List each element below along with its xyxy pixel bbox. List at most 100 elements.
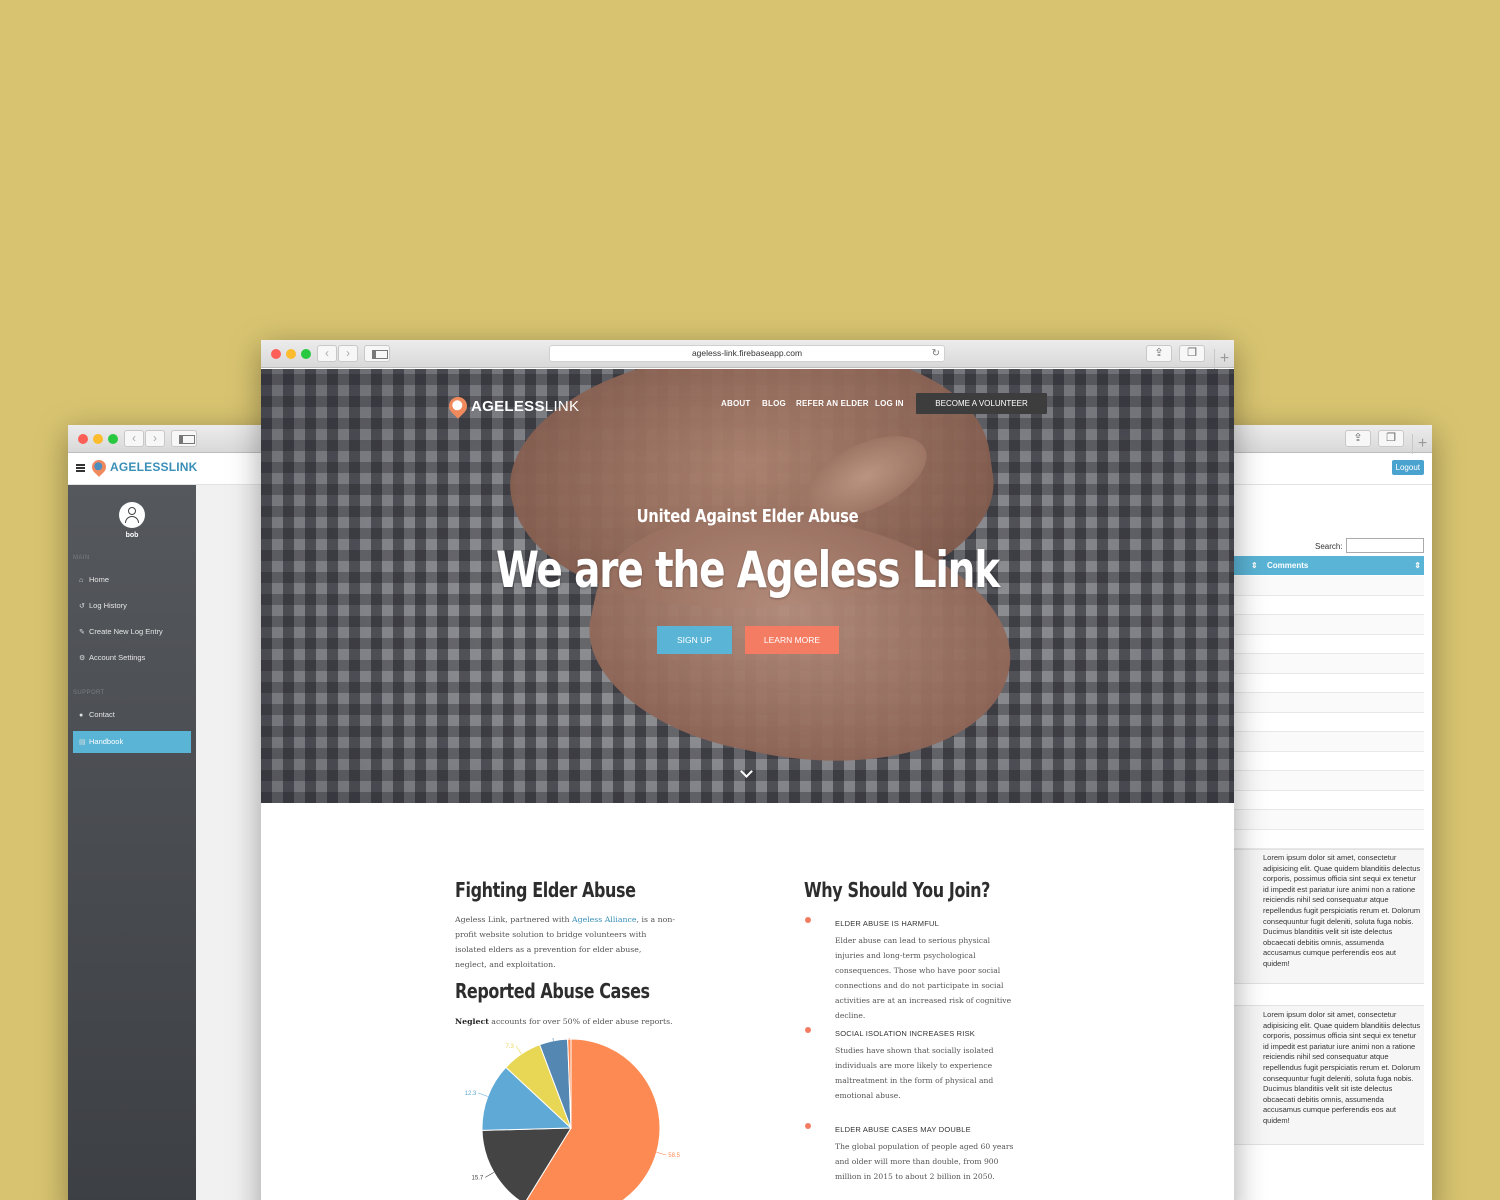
bullet-icon	[805, 1123, 811, 1129]
fighting-heading: Fighting Elder Abuse	[455, 878, 636, 902]
nav-about[interactable]: ABOUT	[721, 399, 750, 408]
sidebar-item-label: Create New Log Entry	[89, 627, 163, 636]
sidebar-item-label: Contact	[89, 710, 115, 719]
tabs-icon[interactable]: ❐	[1378, 430, 1404, 447]
pie-label-leader	[485, 1172, 495, 1178]
why-item-text: Elder abuse can lead to serious physical…	[835, 936, 1012, 1020]
maximize-window-button[interactable]	[108, 434, 118, 444]
logout-button[interactable]: Logout	[1391, 460, 1424, 475]
sidebar-item-log-history[interactable]: ↺ Log History	[73, 595, 191, 617]
logo-text: LINK	[544, 398, 580, 415]
table-row[interactable]	[1230, 771, 1424, 791]
search-label: Search:	[1315, 542, 1343, 551]
home-icon: ⌂	[79, 577, 84, 584]
nav-login[interactable]: LOG IN	[875, 399, 904, 408]
back-button[interactable]: ‹	[124, 430, 144, 447]
table-row[interactable]	[1230, 713, 1424, 732]
forward-button[interactable]: ›	[338, 345, 358, 362]
table-row[interactable]	[1230, 791, 1424, 810]
pie-label-leader	[478, 1092, 488, 1097]
url-text: ageless-link.firebaseapp.com	[691, 348, 803, 358]
why-heading: Why Should You Join?	[804, 878, 991, 902]
table-row[interactable]	[1230, 576, 1424, 596]
text: accounts for over 50% of elder abuse rep…	[488, 1017, 673, 1026]
address-bar[interactable]: ageless-link.firebaseapp.com ↻	[549, 345, 945, 362]
pie-data-label: 7.3	[506, 1044, 515, 1050]
close-window-button[interactable]	[271, 349, 281, 359]
table-row[interactable]	[1230, 830, 1424, 849]
sort-icon[interactable]: ⇕	[1414, 556, 1421, 575]
share-icon[interactable]: ⇪	[1345, 430, 1371, 447]
forward-button[interactable]: ›	[145, 430, 165, 447]
table-row[interactable]	[1230, 615, 1424, 635]
learn-more-button[interactable]: LEARN MORE	[745, 626, 839, 654]
search-input[interactable]	[1346, 538, 1424, 553]
sidebar-item-create-log[interactable]: ✎ Create New Log Entry	[73, 621, 191, 643]
maximize-window-button[interactable]	[301, 349, 311, 359]
comment-cell: Lorem ipsum dolor sit amet, consectetur …	[1263, 853, 1421, 968]
text: Neglect	[455, 1017, 489, 1026]
ageless-alliance-link[interactable]: Ageless Alliance	[572, 915, 637, 924]
heart-logo-icon	[89, 457, 109, 477]
why-item-text: Studies have shown that socially isolate…	[835, 1046, 994, 1100]
sidebar-item-contact[interactable]: ● Contact	[73, 704, 191, 726]
reload-icon[interactable]: ↻	[932, 346, 940, 361]
signup-button[interactable]: SIGN UP	[657, 626, 732, 654]
logo-text: AGELESS	[471, 398, 545, 415]
pie-data-label: 58.5	[668, 1153, 680, 1159]
hero-title: We are the Ageless Link	[495, 541, 1000, 599]
bullet-icon	[805, 1027, 811, 1033]
nav-refer[interactable]: REFER AN ELDER	[796, 399, 869, 408]
hamburger-menu-icon[interactable]	[76, 464, 85, 472]
username: bob	[125, 532, 139, 539]
why-item-title: ELDER ABUSE CASES MAY DOUBLE	[835, 1125, 971, 1134]
heart-logo-icon	[445, 393, 471, 419]
table-row[interactable]	[1230, 596, 1424, 615]
text: Ageless Link, partnered with	[455, 915, 572, 924]
table-row[interactable]	[1230, 810, 1424, 830]
back-button[interactable]: ‹	[317, 345, 337, 362]
section-label-main: MAIN	[73, 555, 90, 561]
dashboard-sidebar: bob MAIN ⌂ Home ↺ Log History ✎ Create New …	[68, 485, 196, 1200]
pie-label-leader	[656, 1151, 667, 1156]
sidebar-item-label: Home	[89, 575, 110, 584]
nav-blog[interactable]: BLOG	[762, 399, 786, 408]
table-row[interactable]	[1230, 635, 1424, 654]
bullet-icon	[805, 917, 811, 923]
close-window-button[interactable]	[78, 434, 88, 444]
gears-icon: ⚙	[79, 655, 86, 662]
become-volunteer-button[interactable]: BECOME A VOLUNTEER	[916, 393, 1047, 414]
new-tab-button[interactable]: +	[1214, 349, 1234, 369]
pie-label-leader	[552, 1038, 554, 1041]
sidebar-toggle-button[interactable]	[364, 345, 390, 362]
sidebar-item-home[interactable]: ⌂ Home	[73, 569, 191, 591]
table-row[interactable]	[1230, 674, 1424, 693]
new-tab-button[interactable]: +	[1412, 434, 1432, 454]
table-row[interactable]	[1230, 693, 1424, 713]
sidebar-toggle-button[interactable]	[171, 430, 197, 447]
share-icon[interactable]: ⇪	[1146, 345, 1172, 362]
book-icon: ▤	[79, 739, 86, 746]
minimize-window-button[interactable]	[93, 434, 103, 444]
comment-cell: Lorem ipsum dolor sit amet, consectetur …	[1263, 1010, 1421, 1125]
sidebar-item-label: Handbook	[89, 737, 124, 746]
hero-subtitle: United Against Elder Abuse	[636, 506, 859, 527]
dashboard-logo[interactable]: AGELESSLINK	[89, 457, 198, 477]
user-icon: ●	[79, 712, 84, 719]
table-header[interactable]: ⇕ Comments ⇕	[1230, 556, 1424, 575]
table-row[interactable]	[1230, 654, 1424, 674]
tabs-icon[interactable]: ❐	[1179, 345, 1205, 362]
site-logo[interactable]: AGELESSLINK	[445, 393, 580, 419]
browser-toolbar: ‹ › ageless-link.firebaseapp.com ↻ ⇪ ❐ +	[261, 340, 1234, 369]
table-row[interactable]	[1230, 752, 1424, 771]
pencil-icon: ✎	[79, 629, 85, 636]
avatar[interactable]	[119, 502, 145, 528]
column-header-comments[interactable]: Comments	[1267, 556, 1308, 575]
why-item-text: The global population of people aged 60 …	[835, 1142, 1014, 1181]
pie-label-leader	[515, 1045, 522, 1055]
sort-icon[interactable]: ⇕	[1251, 556, 1258, 575]
table-row[interactable]	[1230, 732, 1424, 752]
minimize-window-button[interactable]	[286, 349, 296, 359]
sidebar-item-handbook[interactable]: ▤ Handbook	[73, 731, 191, 753]
sidebar-item-account-settings[interactable]: ⚙ Account Settings	[73, 647, 191, 669]
